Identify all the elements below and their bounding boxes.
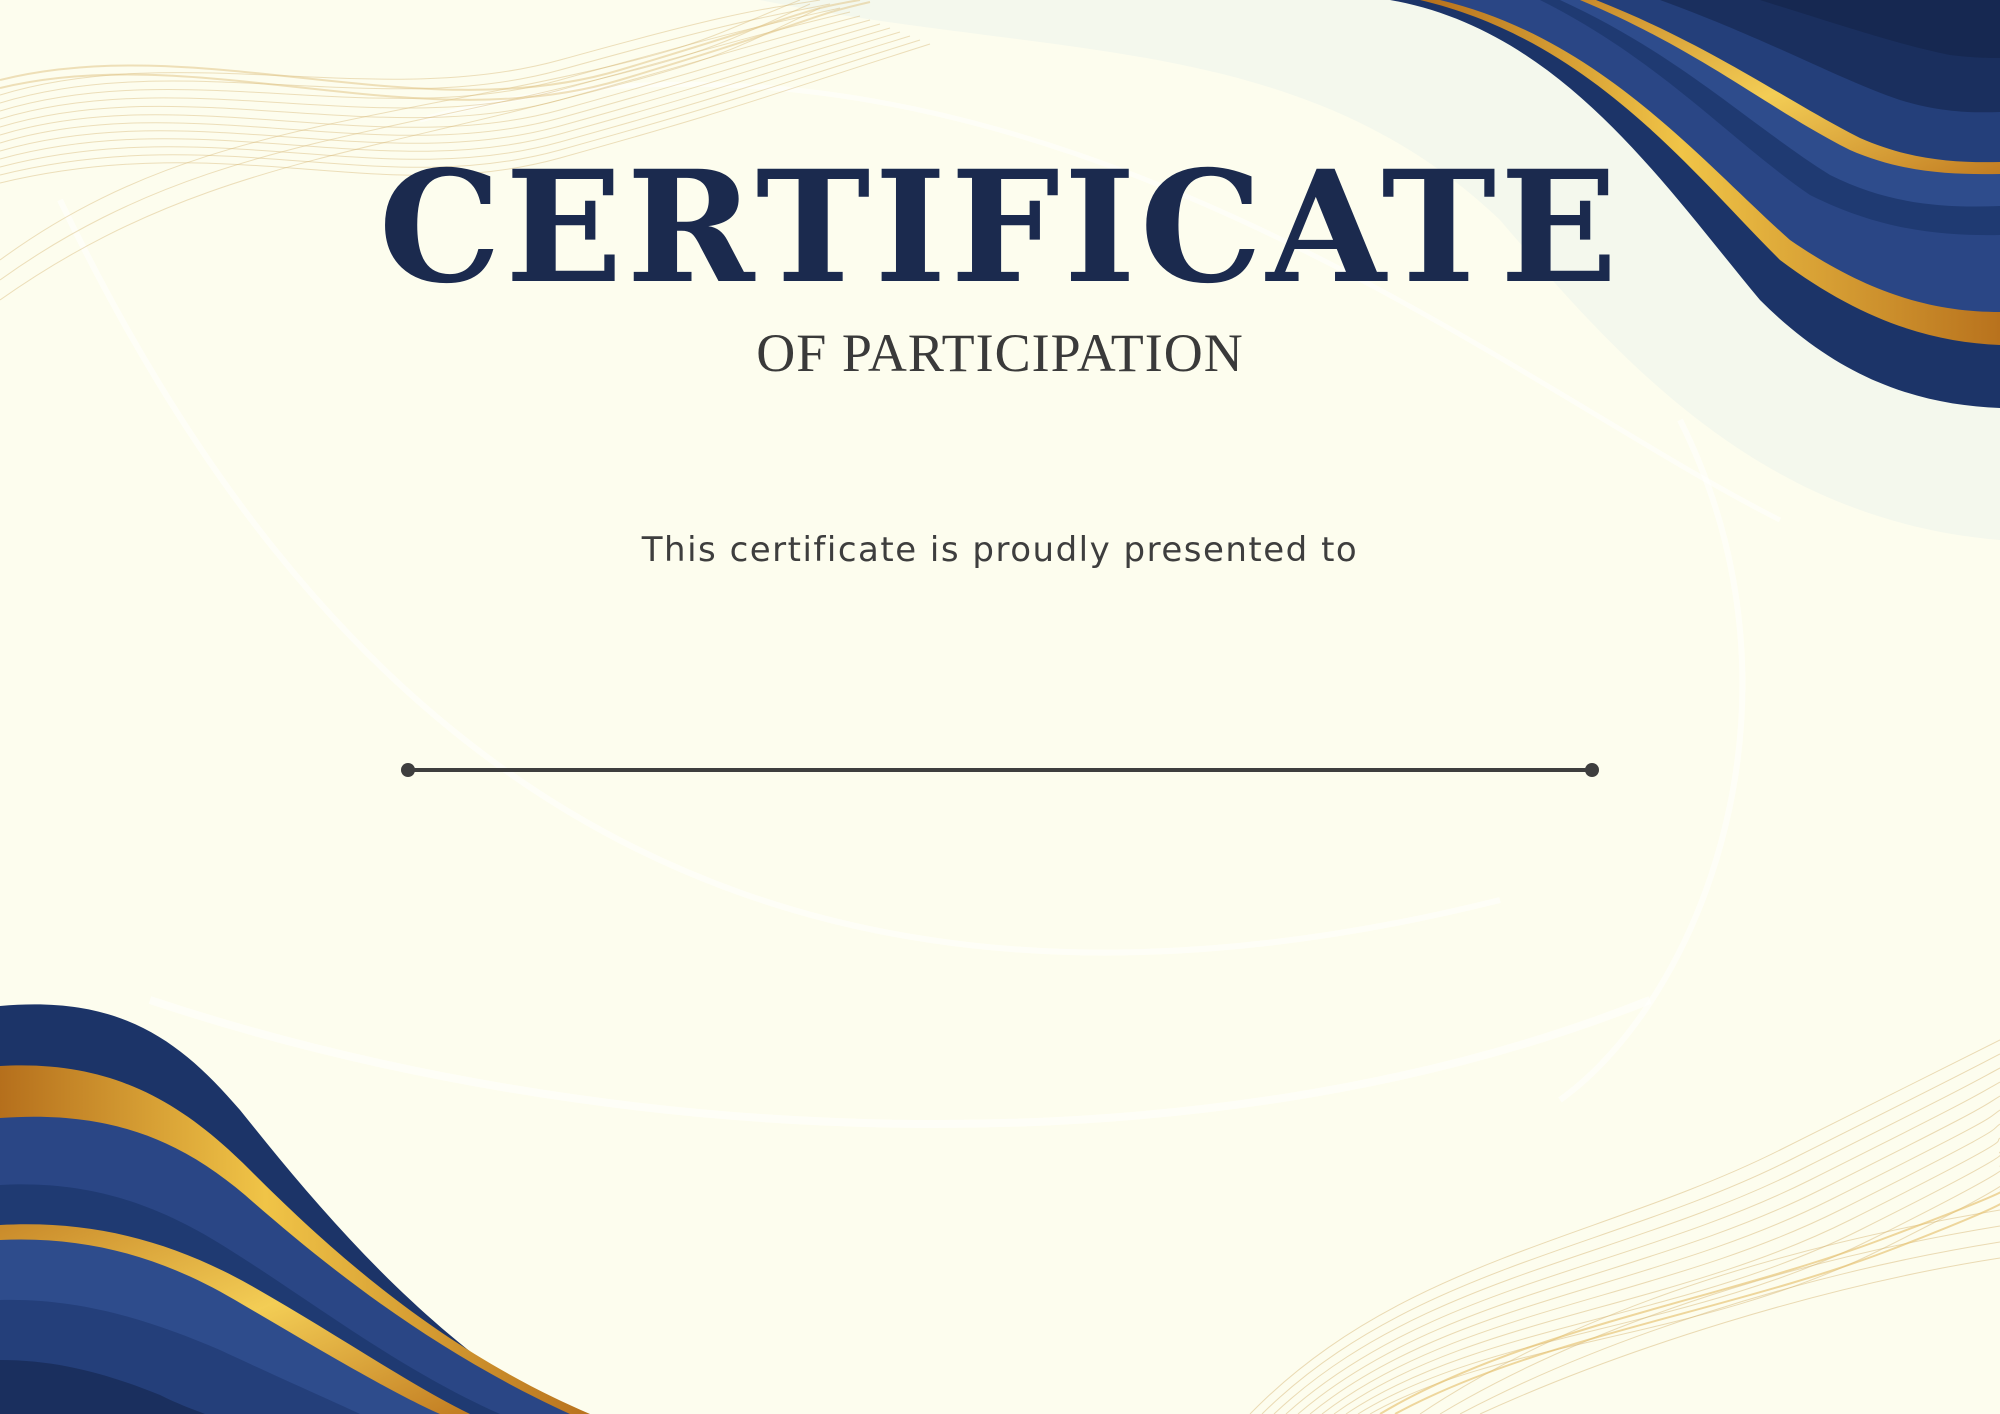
line-endpoint-right (1585, 763, 1599, 777)
certificate-subtitle: OF PARTICIPATION (756, 323, 1244, 383)
line-endpoint-left (401, 763, 415, 777)
presented-to-text: This certificate is proudly presented to (641, 530, 1359, 570)
gold-lines-bottom-right (1249, 1039, 2000, 1414)
recipient-name-line (401, 763, 1599, 777)
wave-bottom-left (0, 1004, 590, 1414)
certificate-title: CERTIFICATE (378, 137, 1622, 318)
certificate: CERTIFICATE OF PARTICIPATION This certif… (0, 0, 2000, 1414)
